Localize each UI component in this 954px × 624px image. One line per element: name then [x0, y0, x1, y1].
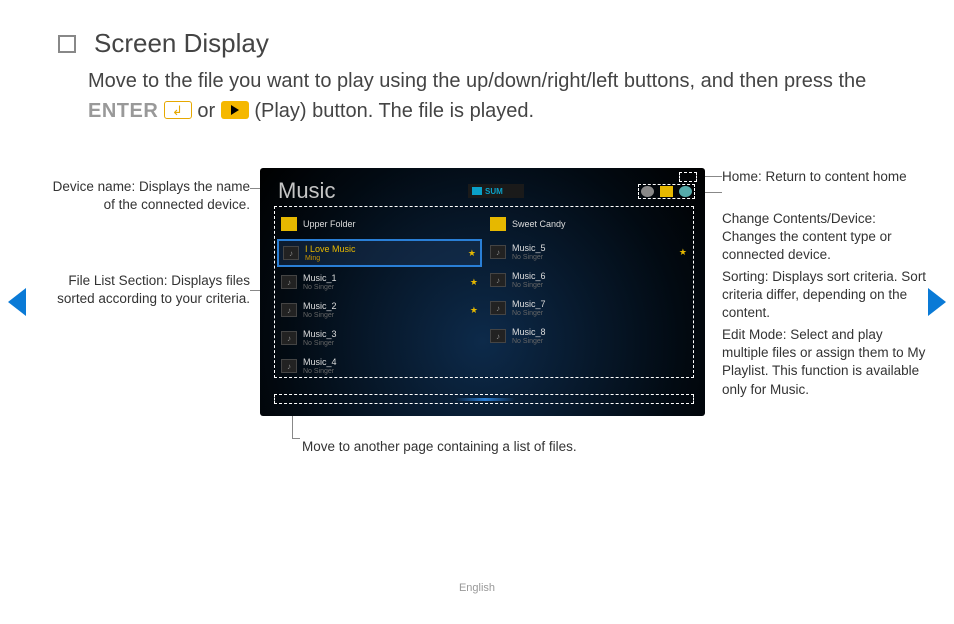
row-title: I Love Music	[305, 245, 464, 254]
instruction-pre: Move to the file you want to play using …	[88, 70, 866, 92]
row-title: Music_3	[303, 330, 478, 339]
favorite-star-icon: ★	[470, 277, 478, 288]
instruction-post: (Play) button. The file is played.	[254, 100, 534, 122]
row-label: Sweet Candy	[512, 220, 687, 229]
tv-screen: Music SUM Upper Folder ♪ I Love Music Mi…	[260, 168, 705, 416]
section-bullet-icon	[58, 35, 76, 53]
row-title: Music_8	[512, 328, 687, 337]
file-list-section: Upper Folder ♪ I Love Music Ming ★ ♪ Mus…	[274, 206, 694, 378]
favorite-star-icon: ★	[470, 305, 478, 316]
change-contents-icon[interactable]	[660, 186, 673, 197]
music-note-icon: ♪	[281, 303, 297, 317]
toolbar-icons	[638, 184, 695, 199]
music-note-icon: ♪	[283, 246, 299, 260]
file-column-right: Sweet Candy ♪ Music_5No Singer ★ ♪ Music…	[486, 211, 691, 379]
file-row[interactable]: ♪ Music_7No Singer	[486, 295, 691, 321]
row-title: Music_6	[512, 272, 687, 281]
file-row[interactable]: ♪ Music_2No Singer ★	[277, 297, 482, 323]
row-subtitle: No Singer	[512, 254, 675, 261]
row-subtitle: No Singer	[512, 310, 687, 317]
page-indicator[interactable]	[274, 394, 694, 404]
usb-icon	[472, 187, 482, 195]
next-page-arrow[interactable]	[928, 288, 946, 316]
file-row[interactable]: ♪ Music_1No Singer ★	[277, 269, 482, 295]
upper-folder-row[interactable]: Upper Folder	[277, 211, 482, 237]
callout-edit-mode: Edit Mode: Select and play multiple file…	[722, 326, 930, 399]
callout-change-contents: Change Contents/Device: Changes the cont…	[722, 210, 930, 265]
music-note-icon: ♪	[490, 329, 506, 343]
row-label: Upper Folder	[303, 220, 478, 229]
row-title: Music_5	[512, 244, 675, 253]
device-label: SUM	[485, 187, 503, 196]
enter-button-icon	[164, 101, 192, 119]
row-title: Music_1	[303, 274, 466, 283]
row-title: Music_2	[303, 302, 466, 311]
enter-label: ENTER	[88, 100, 158, 122]
row-subtitle: No Singer	[303, 340, 478, 347]
page-title: Screen Display	[94, 28, 269, 59]
content-section-title: Music	[278, 178, 335, 204]
file-row[interactable]: ♪ Music_3No Singer	[277, 325, 482, 351]
music-note-icon: ♪	[490, 301, 506, 315]
music-note-icon: ♪	[490, 273, 506, 287]
file-row[interactable]: ♪ I Love Music Ming ★	[277, 239, 482, 267]
row-subtitle: No Singer	[303, 284, 466, 291]
callout-page-nav: Move to another page containing a list o…	[302, 438, 702, 456]
file-row[interactable]: ♪ Music_8No Singer	[486, 323, 691, 349]
row-title: Music_4	[303, 358, 478, 367]
callout-home: Home: Return to content home	[722, 168, 930, 186]
callout-file-list: File List Section: Displays files sorted…	[52, 272, 250, 308]
row-subtitle: Ming	[305, 255, 464, 262]
instruction-text: Move to the file you want to play using …	[88, 66, 868, 126]
footer-language: English	[0, 582, 954, 594]
file-row[interactable]: ♪ Music_6No Singer	[486, 267, 691, 293]
row-subtitle: No Singer	[303, 312, 466, 319]
edit-mode-icon[interactable]	[679, 186, 692, 197]
prev-page-arrow[interactable]	[8, 288, 26, 316]
callout-sorting: Sorting: Displays sort criteria. Sort cr…	[722, 268, 930, 323]
favorite-star-icon: ★	[679, 247, 687, 258]
row-subtitle: No Singer	[512, 338, 687, 345]
device-badge[interactable]: SUM	[468, 184, 524, 198]
folder-icon	[490, 217, 506, 231]
music-note-icon: ♪	[490, 245, 506, 259]
music-note-icon: ♪	[281, 275, 297, 289]
row-subtitle: No Singer	[512, 282, 687, 289]
leader-line	[292, 438, 300, 439]
row-title: Music_7	[512, 300, 687, 309]
folder-icon	[281, 217, 297, 231]
row-subtitle: No Singer	[303, 368, 478, 375]
folder-row[interactable]: Sweet Candy	[486, 211, 691, 237]
favorite-star-icon: ★	[468, 248, 476, 259]
file-row[interactable]: ♪ Music_4No Singer	[277, 353, 482, 379]
file-row[interactable]: ♪ Music_5No Singer ★	[486, 239, 691, 265]
music-note-icon: ♪	[281, 359, 297, 373]
play-button-icon	[221, 101, 249, 119]
music-note-icon: ♪	[281, 331, 297, 345]
sort-icon[interactable]	[641, 186, 654, 197]
callout-device-name: Device name: Displays the name of the co…	[52, 178, 250, 214]
home-icon-box[interactable]	[679, 172, 697, 182]
instruction-or: or	[197, 100, 220, 122]
file-column-left: Upper Folder ♪ I Love Music Ming ★ ♪ Mus…	[277, 211, 482, 379]
